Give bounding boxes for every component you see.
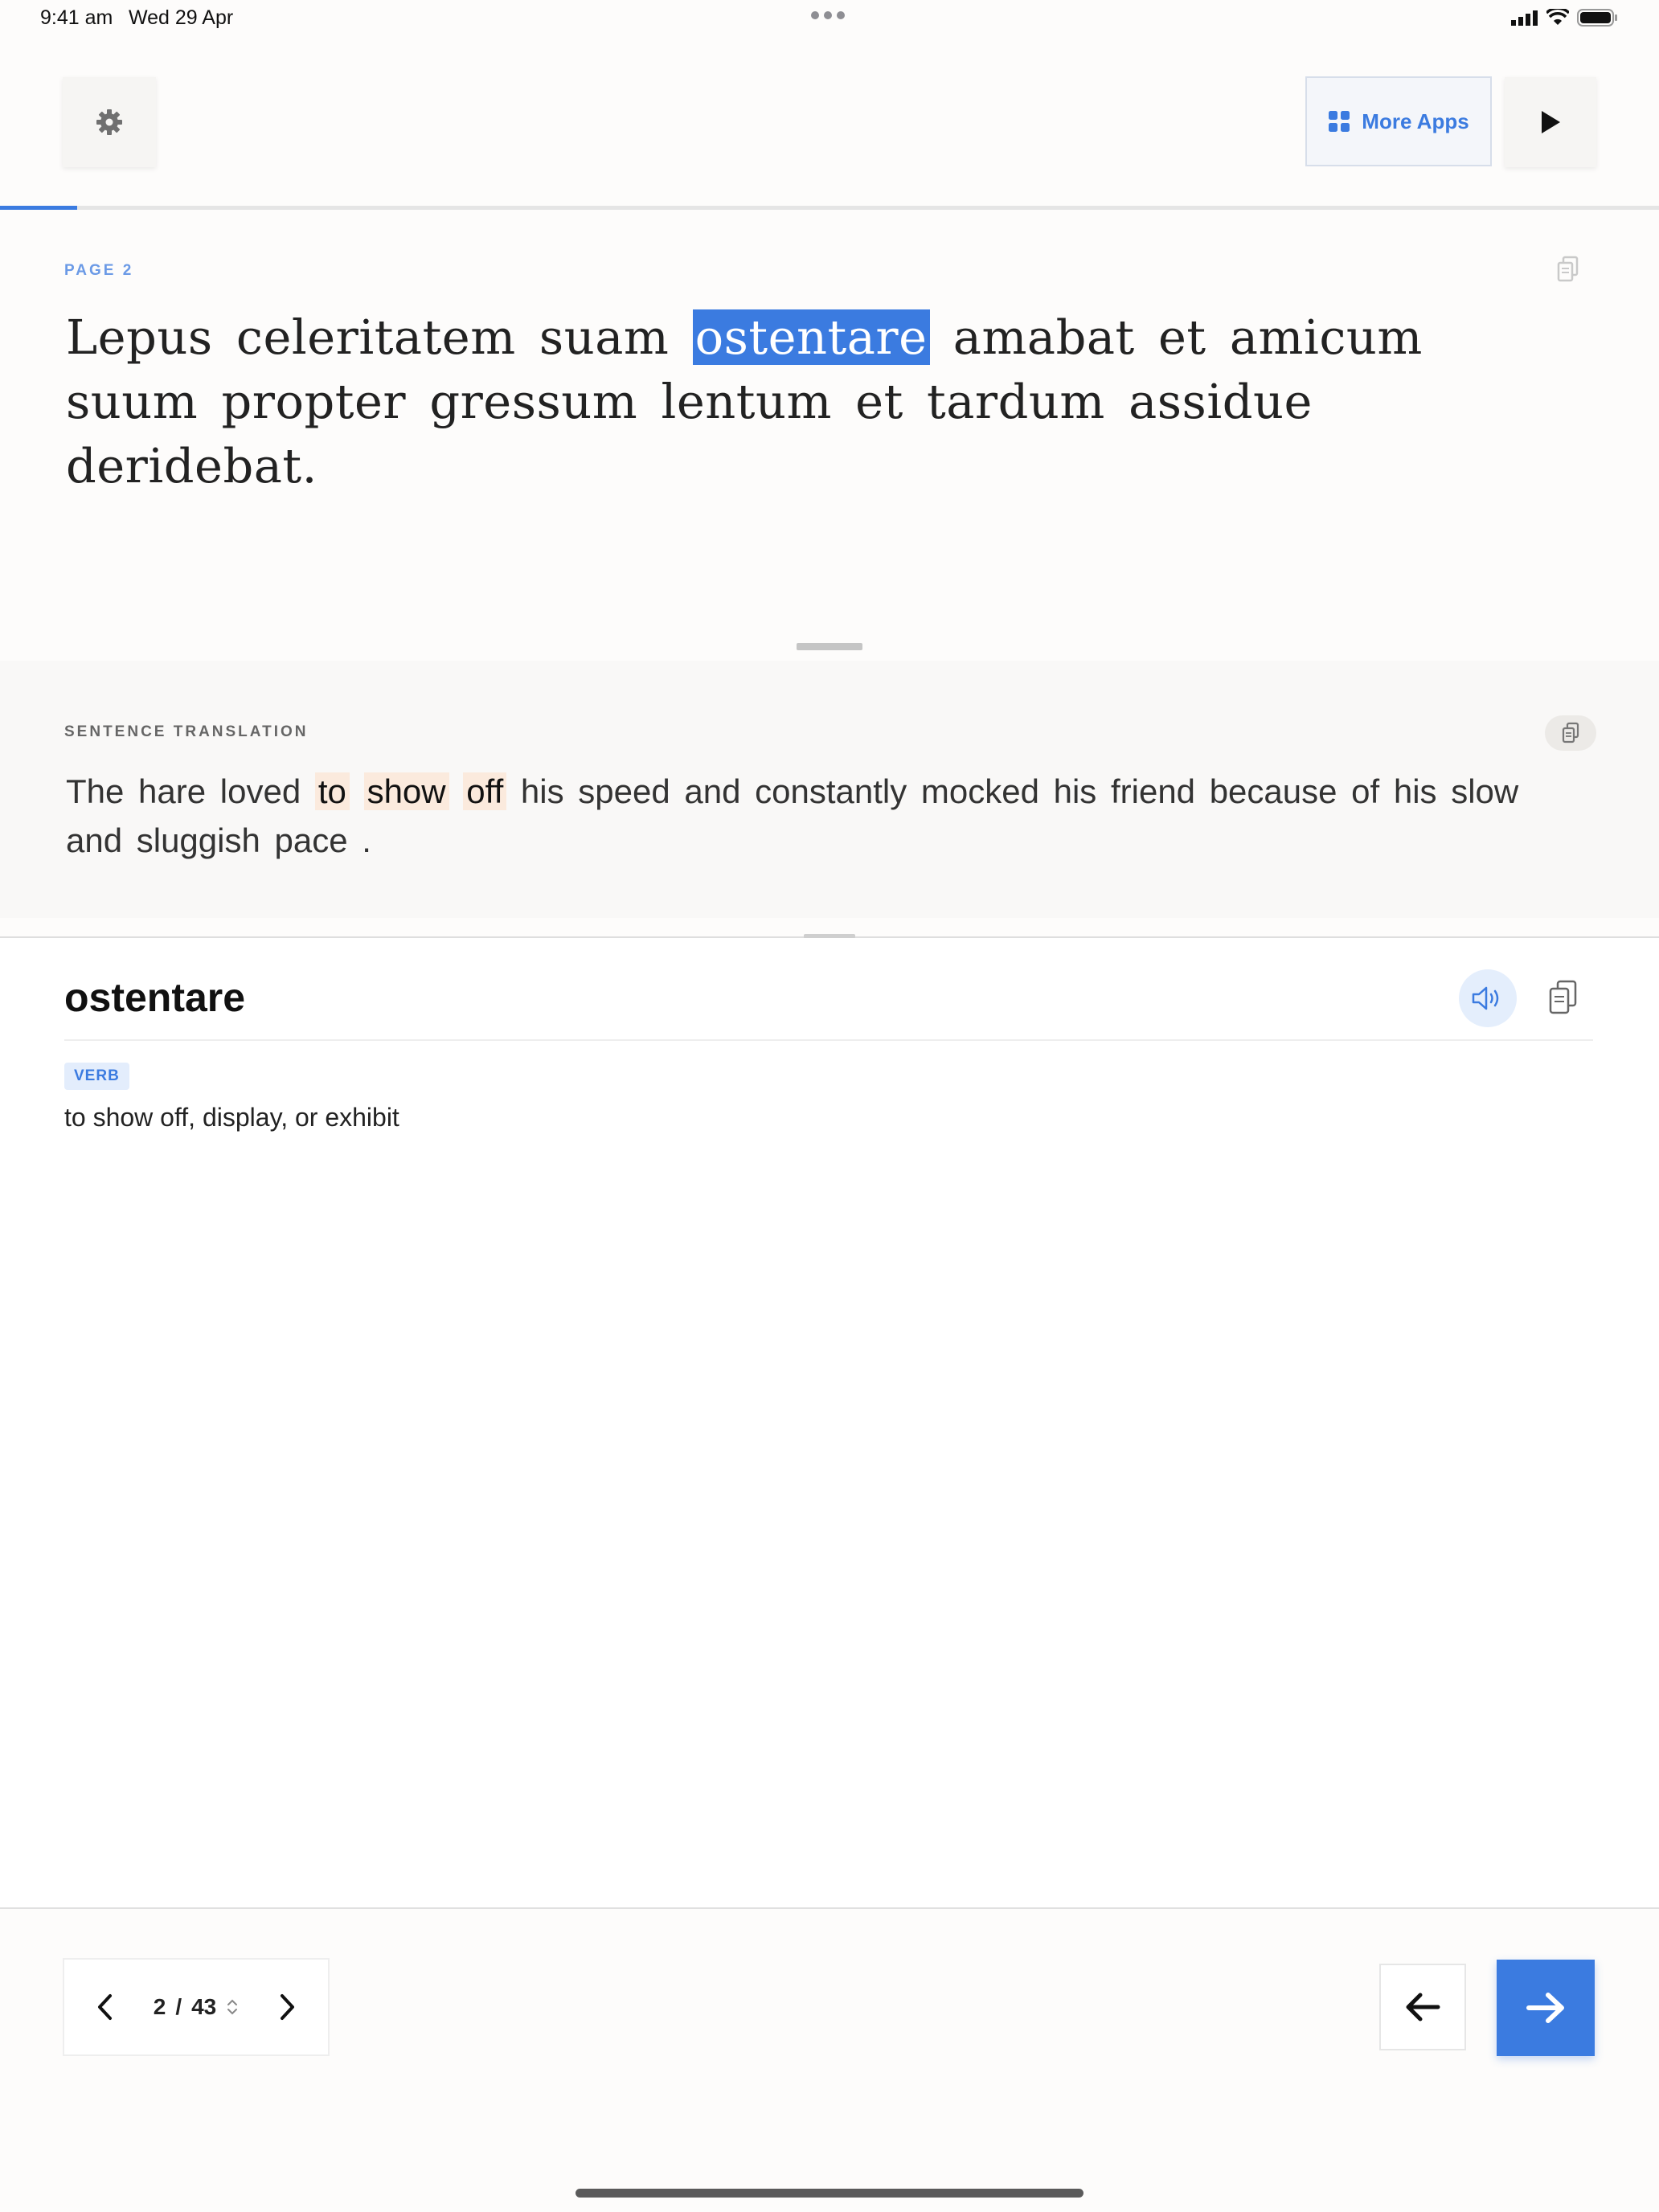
wifi-icon	[1546, 9, 1569, 25]
reading-progress-bar	[0, 206, 1659, 210]
pronounce-button[interactable]	[1459, 969, 1517, 1027]
home-indicator[interactable]	[576, 2189, 1083, 2198]
play-button[interactable]	[1505, 77, 1596, 167]
total-pages: 43	[191, 1994, 217, 2019]
chevron-left-icon	[98, 1994, 112, 2020]
translation-label: SENTENCE TRANSLATION	[64, 723, 309, 740]
definition-separator	[64, 1039, 1593, 1041]
page-separator: /	[175, 1994, 182, 2019]
part-of-speech-badge: VERB	[64, 1063, 129, 1090]
speaker-icon	[1472, 986, 1499, 1010]
bottom-bar	[0, 1909, 1659, 2212]
settings-button[interactable]	[63, 77, 156, 167]
more-apps-label: More Apps	[1362, 109, 1469, 133]
copy-sentence-button[interactable]	[1556, 256, 1580, 287]
reading-progress-fill	[0, 206, 77, 210]
apps-grid-icon	[1329, 111, 1350, 132]
translation-highlight-2: show	[363, 772, 449, 810]
multitasking-dots-icon[interactable]	[811, 11, 845, 19]
previous-button[interactable]	[1379, 1964, 1466, 2050]
copy-icon	[1557, 256, 1579, 282]
translation-sentence: The hare loved to show off his speed and…	[66, 767, 1577, 865]
translation-highlight-1: to	[314, 772, 350, 810]
status-time: 9:41 am	[40, 6, 113, 29]
latin-sentence[interactable]: Lepus celeritatem suam ostentare amabat …	[66, 305, 1577, 498]
translation-highlight-3: off	[463, 772, 507, 810]
page-label: PAGE 2	[64, 262, 134, 279]
status-indicators	[1511, 8, 1619, 27]
next-button[interactable]	[1497, 1960, 1595, 2056]
page-navigator: 2 / 43	[63, 1958, 330, 2056]
chevron-up-down-icon	[227, 1999, 238, 2015]
status-date: Wed 29 Apr	[129, 6, 234, 29]
copy-icon	[1562, 722, 1579, 743]
arrow-left-icon	[1406, 1993, 1440, 2022]
definition-meaning: to show off, display, or exhibit	[64, 1103, 399, 1132]
page-picker[interactable]: 2 / 43	[154, 1994, 240, 2020]
panel-resize-handle[interactable]	[797, 643, 862, 650]
cellular-signal-icon	[1511, 10, 1538, 26]
latin-period: .	[301, 438, 317, 494]
next-page-chevron-button[interactable]	[272, 1983, 304, 2031]
gear-icon	[96, 109, 122, 135]
copy-translation-button[interactable]	[1545, 715, 1596, 751]
previous-page-button[interactable]	[88, 1983, 121, 2031]
current-page: 2	[153, 1994, 166, 2019]
copy-definition-button[interactable]	[1546, 979, 1580, 1020]
copy-icon	[1549, 980, 1577, 1014]
translation-period: .	[362, 821, 371, 859]
more-apps-button[interactable]: More Apps	[1305, 76, 1492, 166]
definition-panel	[0, 938, 1659, 1907]
definition-word: ostentare	[64, 975, 246, 1020]
translation-text-before: The hare loved	[66, 772, 315, 810]
latin-text-before[interactable]: Lepus celeritatem suam	[66, 309, 693, 365]
play-icon	[1542, 111, 1560, 133]
battery-icon	[1577, 9, 1617, 27]
arrow-right-icon	[1526, 1993, 1564, 2023]
selected-word[interactable]: ostentare	[692, 309, 930, 365]
chevron-right-icon	[280, 1994, 294, 2020]
